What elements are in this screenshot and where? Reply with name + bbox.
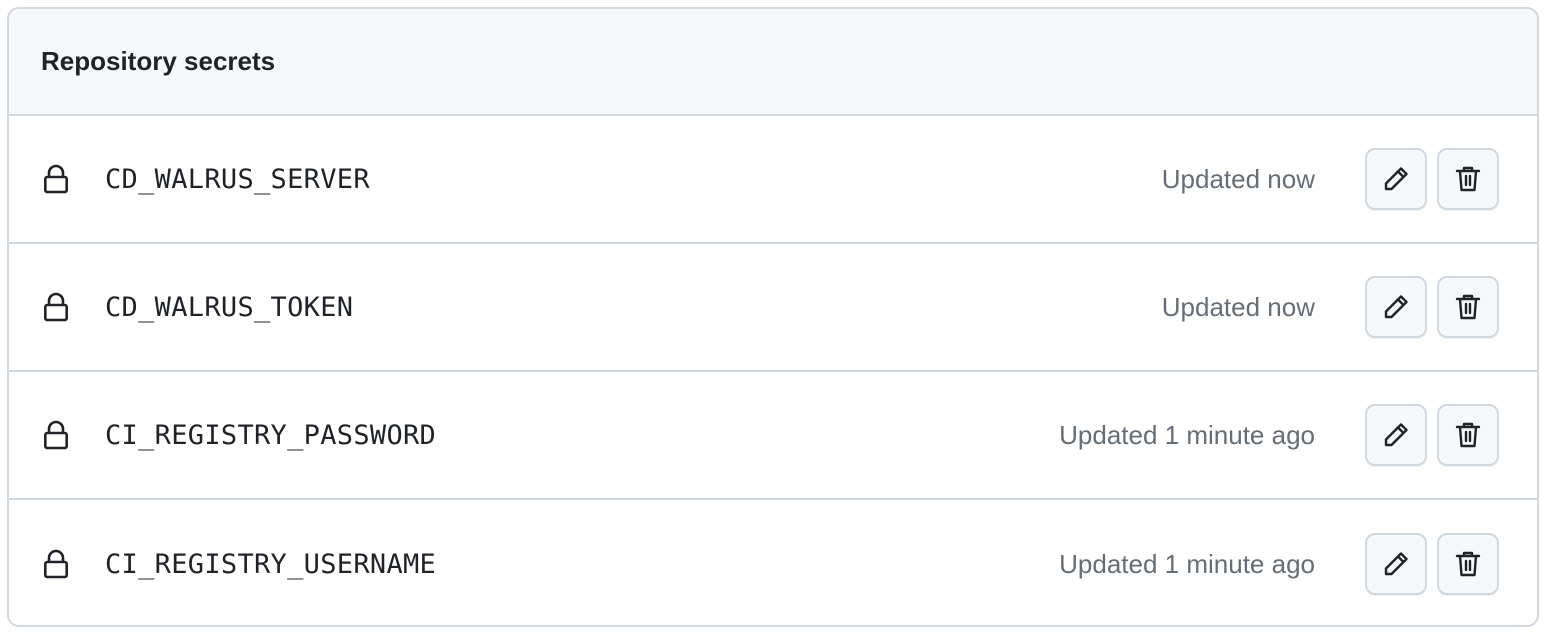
secret-row: CI_REGISTRY_USERNAME Updated 1 minute ag… bbox=[9, 500, 1537, 625]
lock-icon bbox=[41, 163, 71, 195]
edit-secret-button[interactable] bbox=[1365, 533, 1427, 595]
trash-icon bbox=[1454, 420, 1482, 450]
trash-icon bbox=[1454, 292, 1482, 322]
updated-timestamp: Updated 1 minute ago bbox=[1059, 548, 1315, 579]
pencil-icon bbox=[1382, 550, 1410, 578]
pencil-icon bbox=[1382, 421, 1410, 449]
secret-row: CD_WALRUS_TOKEN Updated now bbox=[9, 244, 1537, 372]
lock-icon bbox=[41, 419, 71, 451]
lock-icon bbox=[41, 548, 71, 580]
updated-timestamp: Updated now bbox=[1161, 163, 1315, 194]
secret-row: CI_REGISTRY_PASSWORD Updated 1 minute ag… bbox=[9, 372, 1537, 500]
secret-name: CD_WALRUS_TOKEN bbox=[105, 291, 354, 323]
updated-timestamp: Updated now bbox=[1161, 291, 1315, 322]
panel-title: Repository secrets bbox=[41, 46, 276, 76]
panel-header: Repository secrets bbox=[9, 9, 1537, 116]
delete-secret-button[interactable] bbox=[1437, 533, 1499, 595]
lock-icon bbox=[41, 291, 71, 323]
secret-name: CI_REGISTRY_USERNAME bbox=[105, 548, 437, 580]
updated-timestamp: Updated 1 minute ago bbox=[1059, 419, 1315, 450]
delete-secret-button[interactable] bbox=[1437, 276, 1499, 338]
pencil-icon bbox=[1382, 293, 1410, 321]
delete-secret-button[interactable] bbox=[1437, 404, 1499, 466]
pencil-icon bbox=[1382, 165, 1410, 193]
trash-icon bbox=[1454, 164, 1482, 194]
delete-secret-button[interactable] bbox=[1437, 148, 1499, 210]
edit-secret-button[interactable] bbox=[1365, 276, 1427, 338]
repository-secrets-panel: Repository secrets CD_WALRUS_SERVER Upda… bbox=[7, 7, 1539, 627]
secret-name: CD_WALRUS_SERVER bbox=[105, 163, 370, 195]
secret-row: CD_WALRUS_SERVER Updated now bbox=[9, 116, 1537, 244]
edit-secret-button[interactable] bbox=[1365, 404, 1427, 466]
edit-secret-button[interactable] bbox=[1365, 148, 1427, 210]
trash-icon bbox=[1454, 549, 1482, 579]
secret-name: CI_REGISTRY_PASSWORD bbox=[105, 419, 437, 451]
